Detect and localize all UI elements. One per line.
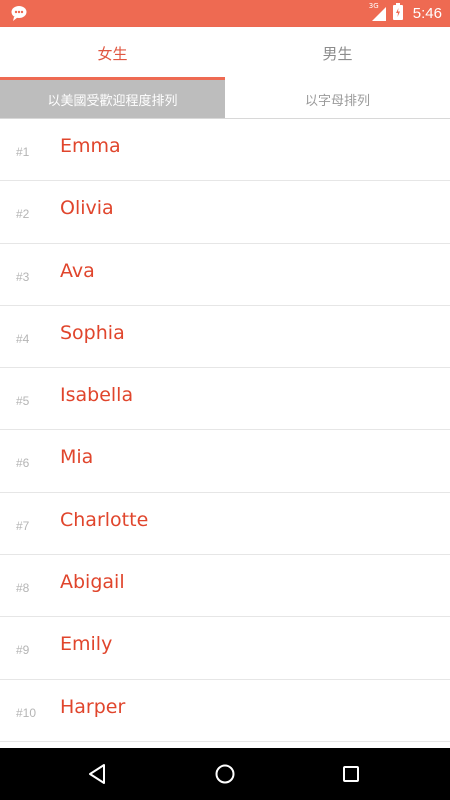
rank-label: #1	[16, 145, 30, 159]
baby-name: Emily	[60, 633, 113, 656]
list-item[interactable]: #5 Isabella	[0, 368, 450, 431]
list-item[interactable]: #10 Harper	[0, 680, 450, 742]
baby-name: Emma	[60, 135, 121, 157]
sort-toggle: 以美國受歡迎程度排列 以字母排列	[0, 80, 450, 119]
baby-name: Charlotte	[60, 508, 149, 531]
list-item[interactable]: #2 Olivia	[0, 181, 450, 244]
rank-label: #6	[16, 456, 30, 471]
sort-alphabetical-button[interactable]: 以字母排列	[225, 80, 450, 118]
battery-icon	[392, 3, 403, 24]
baby-name: Harper	[60, 695, 126, 718]
list-item[interactable]: #3 Ava	[0, 244, 450, 306]
rank-label: #5	[16, 394, 30, 409]
system-navigation-bar	[0, 748, 450, 800]
home-icon[interactable]	[212, 761, 238, 787]
status-bar: 3G 5:46	[0, 0, 450, 27]
baby-name: Isabella	[60, 384, 134, 407]
recents-icon[interactable]	[338, 761, 364, 787]
sort-by-popularity-button[interactable]: 以美國受歡迎程度排列	[0, 80, 225, 118]
name-list: #1 Emma #2 Olivia #3 Ava #4 Sophia #5 Is…	[0, 119, 450, 742]
rank-label: #2	[16, 207, 30, 222]
tab-female[interactable]: 女生	[0, 27, 225, 80]
baby-name: Mia	[60, 446, 94, 469]
baby-name: Olivia	[60, 197, 114, 220]
rank-label: #3	[16, 269, 30, 284]
list-item[interactable]: #6 Mia	[0, 430, 450, 493]
baby-name: Sophia	[60, 321, 125, 344]
list-item[interactable]: #7 Charlotte	[0, 493, 450, 556]
gender-tabs: 女生 男生	[0, 27, 450, 80]
rank-label: #9	[16, 643, 30, 658]
tab-male[interactable]: 男生	[225, 27, 450, 80]
notification-icon	[10, 5, 28, 21]
status-time: 5:46	[412, 5, 442, 22]
rank-label: #7	[16, 518, 30, 533]
rank-label: #8	[16, 581, 30, 596]
list-item[interactable]: #8 Abigail	[0, 555, 450, 618]
baby-name: Ava	[60, 259, 95, 282]
back-icon[interactable]	[85, 761, 111, 787]
network-type: 3G	[368, 1, 379, 10]
rank-label: #10	[16, 705, 37, 720]
list-item[interactable]: #1 Emma	[0, 119, 450, 182]
status-icons: 3G 5:46	[369, 0, 442, 27]
baby-name: Abigail	[60, 571, 125, 594]
signal-icon: 3G	[369, 2, 387, 22]
rank-label: #4	[16, 331, 30, 346]
list-item[interactable]: #9 Emily	[0, 617, 450, 680]
list-item[interactable]: #4 Sophia	[0, 306, 450, 369]
